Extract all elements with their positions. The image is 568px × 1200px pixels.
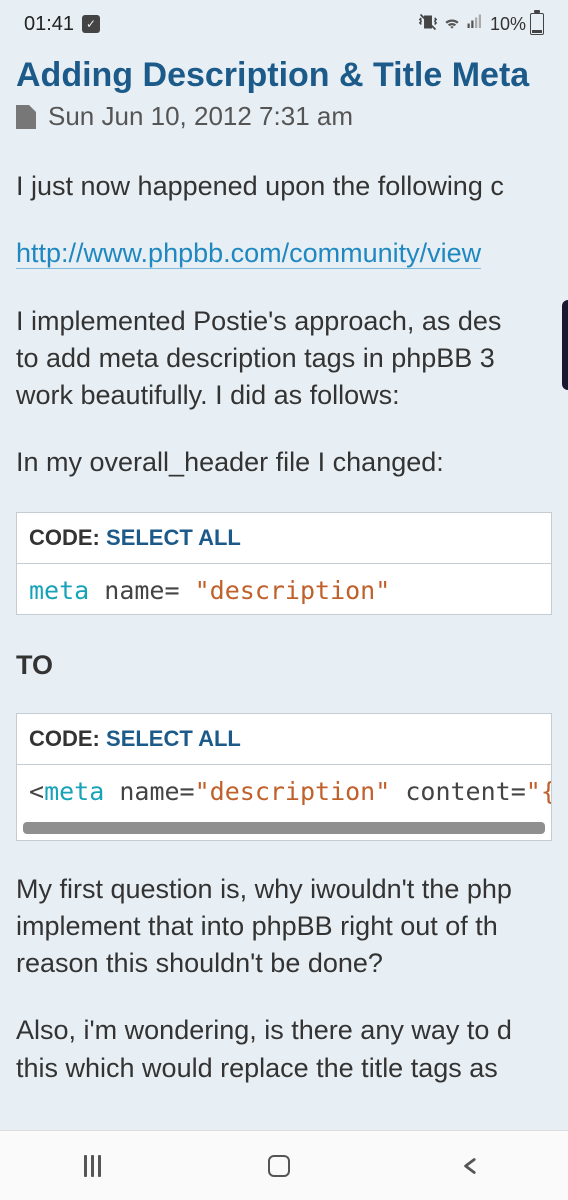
back-button[interactable] <box>458 1153 484 1179</box>
code-content[interactable]: <meta name="description" content="{F <box>17 765 551 816</box>
external-link[interactable]: http://www.phpbb.com/community/view <box>16 238 481 269</box>
post-paragraph: My first question is, why iwouldn't the … <box>16 871 552 983</box>
post-paragraph: Also, i'm wondering, is there any way to… <box>16 1012 552 1087</box>
nav-bar <box>0 1130 568 1200</box>
battery-percent: 10% <box>490 14 526 35</box>
code-block: CODE: SELECT ALL meta name= "description… <box>16 512 552 616</box>
post-paragraph: In my overall_header file I changed: <box>16 444 552 481</box>
horizontal-scrollbar[interactable] <box>23 822 545 834</box>
file-icon <box>16 105 36 129</box>
select-all-link[interactable]: SELECT ALL <box>106 525 241 550</box>
post-link-line: http://www.phpbb.com/community/view <box>16 235 552 272</box>
select-all-link[interactable]: SELECT ALL <box>106 726 241 751</box>
wifi-icon <box>442 12 462 37</box>
post-body: I just now happened upon the following c… <box>16 168 552 1087</box>
signal-icon <box>466 13 484 36</box>
code-label: CODE: <box>29 525 100 550</box>
post-paragraph: I implemented Postie's approach, as des … <box>16 303 552 415</box>
post-title[interactable]: Adding Description & Title Meta <box>16 56 552 95</box>
code-content[interactable]: meta name= "description" <box>17 564 551 615</box>
post-date: Sun Jun 10, 2012 7:31 am <box>48 101 353 132</box>
code-header: CODE: SELECT ALL <box>17 714 551 765</box>
notification-icon: ✓ <box>82 15 100 33</box>
status-clock: 01:41 <box>24 13 74 36</box>
vibrate-icon <box>418 12 438 37</box>
home-button[interactable] <box>268 1155 290 1177</box>
status-right: 10% <box>418 12 544 37</box>
status-left: 01:41 ✓ <box>24 13 100 36</box>
code-header: CODE: SELECT ALL <box>17 513 551 564</box>
status-bar: 01:41 ✓ 10% <box>0 0 568 48</box>
code-block: CODE: SELECT ALL <meta name="description… <box>16 713 552 841</box>
post-meta: Sun Jun 10, 2012 7:31 am <box>16 101 552 132</box>
recents-button[interactable] <box>84 1155 101 1177</box>
post-paragraph: I just now happened upon the following c <box>16 168 552 205</box>
code-label: CODE: <box>29 726 100 751</box>
battery-icon <box>530 13 544 35</box>
post-content[interactable]: Adding Description & Title Meta Sun Jun … <box>0 56 568 1087</box>
scroll-indicator <box>562 300 568 390</box>
to-label: TO <box>16 647 552 684</box>
